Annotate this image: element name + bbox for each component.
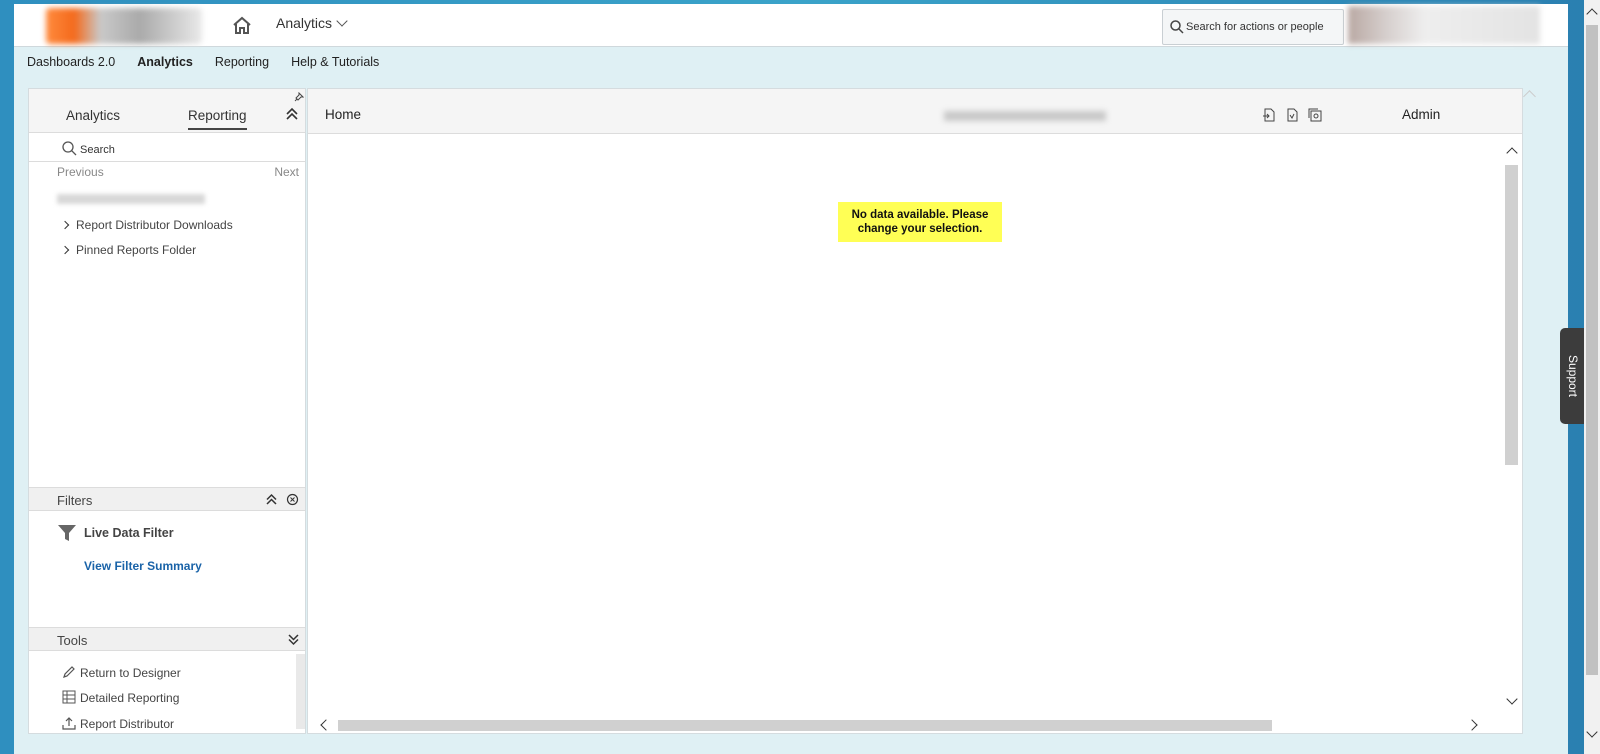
expand-down-icon[interactable] — [287, 633, 300, 649]
tool-label: Detailed Reporting — [80, 691, 180, 705]
panel-tabs: Analytics Reporting — [29, 89, 305, 133]
funnel-icon — [58, 525, 76, 541]
support-label: Support — [1566, 354, 1580, 398]
live-data-filter-label: Live Data Filter — [84, 526, 174, 540]
subnav-dashboards[interactable]: Dashboards 2.0 — [27, 55, 115, 75]
tool-label: Report Distributor — [80, 717, 175, 731]
tree-item-label: Pinned Reports Folder — [76, 243, 197, 257]
support-button[interactable]: Support — [1560, 328, 1586, 424]
admin-menu[interactable]: Admin — [1402, 107, 1440, 122]
view-filter-summary-link[interactable]: View Filter Summary — [84, 559, 202, 573]
page-scroll-thumb[interactable] — [1586, 25, 1598, 675]
tab-reporting[interactable]: Reporting — [188, 108, 247, 130]
report-vertical-scrollbar[interactable] — [1502, 135, 1522, 715]
previous-button[interactable]: Previous — [57, 165, 104, 179]
scroll-up-icon[interactable] — [1586, 8, 1598, 20]
scroll-down-icon[interactable] — [1586, 726, 1598, 738]
pencil-icon — [63, 666, 75, 678]
collapse-up-icon[interactable] — [265, 493, 278, 509]
tools-header: Tools — [29, 627, 305, 651]
upload-icon — [62, 717, 76, 730]
chevron-right-icon — [60, 245, 70, 255]
user-profile-menu[interactable] — [1348, 6, 1540, 44]
company-logo[interactable] — [46, 8, 202, 44]
table-icon — [62, 690, 76, 704]
collapse-header-icon[interactable] — [1523, 90, 1536, 103]
chevron-down-icon — [336, 15, 348, 27]
pin-icon[interactable] — [294, 91, 305, 105]
global-search-placeholder: Search for actions or people — [1186, 21, 1324, 33]
top-bar: Analytics Search for actions or people — [14, 4, 1568, 47]
global-search-input[interactable]: Search for actions or people — [1162, 9, 1344, 45]
print-icon[interactable] — [1285, 108, 1299, 125]
app-window: Analytics Search for actions or people D… — [14, 4, 1568, 754]
tab-analytics[interactable]: Analytics — [66, 108, 120, 123]
scroll-right-icon[interactable] — [1466, 719, 1478, 731]
scroll-thumb[interactable] — [1505, 165, 1518, 465]
folder-path-redacted — [57, 194, 205, 204]
report-navigator-panel: Analytics Reporting Search Previous Next… — [28, 88, 306, 734]
sub-navigation: Dashboards 2.0 Analytics Reporting Help … — [27, 55, 379, 75]
report-header: Home Admin — [308, 89, 1522, 134]
search-icon — [1170, 20, 1184, 34]
report-view-panel: Home Admin No data available. Please cha… — [307, 88, 1523, 734]
tools-title: Tools — [57, 633, 88, 648]
scroll-left-icon[interactable] — [320, 719, 332, 731]
search-icon — [62, 141, 77, 156]
tree-item-label: Report Distributor Downloads — [76, 218, 233, 232]
clear-filters-icon[interactable] — [286, 493, 299, 509]
app-switcher-menu[interactable]: Analytics — [276, 15, 348, 31]
report-search-label: Search — [80, 144, 115, 156]
chevron-right-icon — [60, 220, 70, 230]
scroll-thumb[interactable] — [338, 720, 1272, 731]
subnav-help[interactable]: Help & Tutorials — [291, 55, 379, 75]
filters-header: Filters — [29, 487, 305, 511]
home-icon[interactable] — [232, 16, 252, 34]
collapse-up-icon[interactable] — [285, 107, 299, 124]
copy-icon[interactable] — [1308, 108, 1322, 125]
breadcrumb-home[interactable]: Home — [325, 107, 361, 122]
report-search-input[interactable]: Search — [29, 137, 305, 162]
tool-label: Return to Designer — [80, 666, 181, 680]
no-data-message: No data available. Please change your se… — [838, 202, 1002, 242]
report-horizontal-scrollbar[interactable] — [308, 717, 1502, 733]
tree-item-pinned-reports-folder[interactable]: Pinned Reports Folder — [60, 243, 197, 257]
subnav-analytics[interactable]: Analytics — [137, 55, 193, 75]
report-selector-redacted[interactable] — [944, 111, 1106, 121]
page-scrollbar[interactable] — [1584, 0, 1600, 754]
tools-scrollbar[interactable] — [296, 654, 305, 729]
app-switcher-label: Analytics — [276, 15, 333, 31]
filters-title: Filters — [57, 493, 93, 508]
tree-item-report-distributor-downloads[interactable]: Report Distributor Downloads — [60, 218, 233, 232]
scroll-down-icon[interactable] — [1506, 693, 1518, 705]
scroll-up-icon[interactable] — [1506, 147, 1518, 159]
next-button[interactable]: Next — [274, 165, 299, 179]
subnav-reporting[interactable]: Reporting — [215, 55, 269, 75]
export-icon[interactable] — [1262, 108, 1276, 125]
